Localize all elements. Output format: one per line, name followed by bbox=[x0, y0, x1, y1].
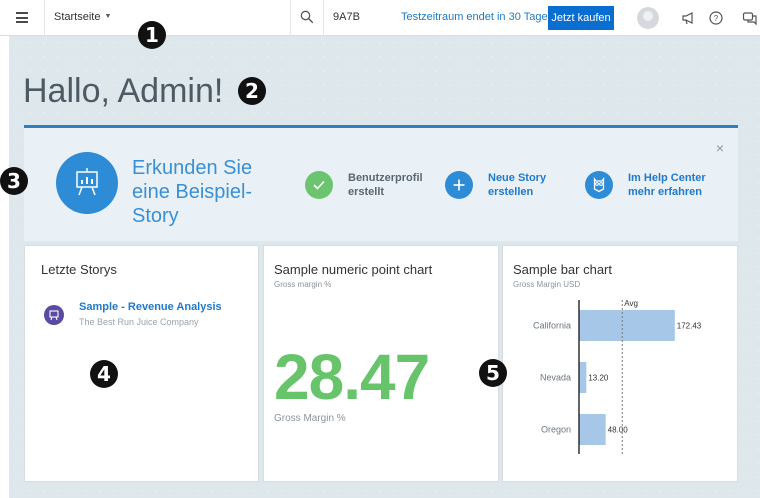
step-label[interactable]: Neue Story erstellen bbox=[488, 171, 588, 199]
kpi-label: Gross Margin % bbox=[274, 413, 346, 424]
category-label: Oregon bbox=[541, 425, 571, 435]
plus-icon[interactable] bbox=[445, 171, 473, 199]
tile-subtitle: Gross Margin USD bbox=[513, 280, 581, 289]
home-label: Startseite bbox=[54, 11, 101, 23]
explore-sample-story-link[interactable]: Erkunden Sie eine Beispiel-Story bbox=[132, 156, 272, 228]
numeric-point-tile[interactable]: Sample numeric point chart Gross margin … bbox=[263, 245, 499, 482]
data-label: 48.00 bbox=[608, 426, 629, 435]
welcome-banner: × Erkunden Sie eine Beispiel-Story Benut… bbox=[24, 125, 738, 241]
tile-title: Sample bar chart bbox=[513, 262, 612, 277]
annotation-badge: 1 bbox=[138, 21, 166, 49]
hamburger-menu-icon[interactable] bbox=[16, 12, 28, 23]
divider bbox=[290, 0, 291, 36]
close-icon[interactable]: × bbox=[716, 140, 724, 156]
category-label: Nevada bbox=[540, 373, 571, 383]
bar bbox=[579, 414, 606, 445]
step-label[interactable]: Im Help Center mehr erfahren bbox=[628, 171, 728, 199]
home-dropdown[interactable]: Startseite ▼ bbox=[54, 11, 111, 23]
recent-story-subtitle: The Best Run Juice Company bbox=[79, 317, 199, 327]
svg-text:?: ? bbox=[714, 14, 719, 23]
avatar[interactable] bbox=[637, 7, 659, 29]
divider bbox=[323, 0, 324, 36]
tile-title: Sample numeric point chart bbox=[274, 262, 433, 277]
recent-stories-tile: Letzte Storys Sample - Revenue Analysis … bbox=[24, 245, 259, 482]
tile-title: Letzte Storys bbox=[41, 262, 117, 277]
bar-chart: California 172.43 Nevada 13.20 Oregon 48.00 Av… bbox=[533, 300, 702, 454]
annotation-badge: 2 bbox=[238, 77, 266, 105]
owl-icon[interactable] bbox=[585, 171, 613, 199]
chat-icon[interactable] bbox=[742, 10, 758, 26]
help-icon[interactable]: ? bbox=[708, 10, 724, 26]
annotation-badge: 5 bbox=[479, 359, 507, 387]
announcement-icon[interactable] bbox=[681, 10, 697, 26]
caret-down-icon: ▼ bbox=[104, 13, 112, 20]
buy-now-button[interactable]: Jetzt kaufen bbox=[548, 6, 614, 30]
annotation-badge: 4 bbox=[90, 360, 118, 388]
bar bbox=[579, 310, 675, 341]
data-label: 172.43 bbox=[677, 322, 702, 331]
bar-chart-tile[interactable]: Sample bar chart Gross Margin USD Califo… bbox=[502, 245, 738, 482]
trial-link[interactable]: Testzeitraum endet in 30 Tagen. bbox=[401, 11, 557, 23]
sample-story-icon[interactable] bbox=[56, 152, 118, 214]
bar bbox=[579, 362, 587, 393]
annotation-badge: 3 bbox=[0, 167, 28, 195]
data-label: 13.20 bbox=[588, 374, 609, 383]
shell-header: Startseite ▼ 9A7B Testzeitraum endet in 3… bbox=[0, 0, 760, 36]
divider bbox=[44, 0, 45, 36]
kpi-value: 28.47 bbox=[274, 341, 430, 413]
step-label: Benutzerprofil erstellt bbox=[348, 172, 423, 198]
home-canvas: Hallo, Admin! × Erkunden Sie eine Beispi… bbox=[0, 21, 760, 498]
story-icon[interactable] bbox=[44, 305, 64, 325]
tenant-id: 9A7B bbox=[333, 11, 360, 23]
recent-story-link[interactable]: Sample - Revenue Analysis bbox=[79, 301, 222, 313]
check-icon bbox=[305, 171, 333, 199]
search-icon[interactable] bbox=[300, 10, 314, 24]
tile-subtitle: Gross margin % bbox=[274, 280, 332, 289]
category-label: California bbox=[533, 321, 571, 331]
avg-label: Avg bbox=[624, 300, 638, 308]
page-title: Hallo, Admin! bbox=[23, 72, 224, 110]
